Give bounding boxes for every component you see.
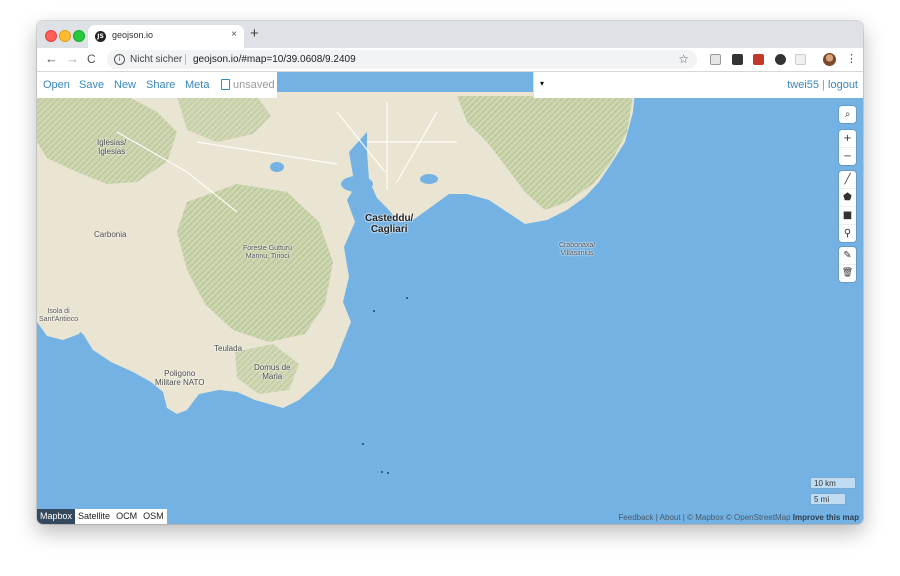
bookmark-star-icon[interactable]: ☆: [678, 52, 689, 66]
sea-marker-dot: [387, 472, 389, 474]
share-button[interactable]: Share: [146, 79, 175, 91]
user-links: twei55 | logout: [787, 79, 858, 91]
address-bar[interactable]: i Nicht sicher geojson.io/#map=10/39.060…: [107, 50, 697, 69]
document-icon: [221, 79, 230, 90]
lagoon-molentargius: [420, 174, 438, 184]
save-status: unsaved: [233, 79, 275, 91]
place-label-carbonia: Carbonia: [94, 230, 127, 239]
place-label-iglesias: Iglesias/Iglesias: [97, 138, 127, 156]
meta-button[interactable]: Meta: [185, 79, 209, 91]
editor-panel-header: ▾ twei55 | logout: [533, 72, 863, 98]
sea-marker-dot: [362, 443, 364, 445]
security-status: Nicht sicher: [130, 54, 183, 65]
attribution-separator: |: [682, 513, 685, 522]
omnibox-divider: [185, 54, 186, 65]
layer-satellite[interactable]: Satellite: [75, 509, 113, 524]
sea-marker-dot: [406, 297, 408, 299]
place-label-teulada: Teulada: [214, 344, 243, 353]
geojson-favicon-icon: JS: [95, 31, 106, 42]
mapbox-attribution-link[interactable]: © Mapbox: [687, 513, 724, 522]
draw-rectangle-icon[interactable]: ■: [839, 206, 856, 224]
username-link[interactable]: twei55: [787, 79, 819, 91]
url-text[interactable]: geojson.io/#map=10/39.0608/9.2409: [193, 54, 356, 65]
browser-titlebar: JS geojson.io × +: [37, 21, 863, 48]
lagoon-santa-gilla: [341, 176, 373, 192]
logout-link[interactable]: logout: [828, 79, 858, 91]
draw-line-icon[interactable]: ╱: [839, 171, 856, 188]
mail-extension-icon[interactable]: [753, 54, 764, 65]
browser-window: JS geojson.io × + ← → C i Nicht sicher g…: [37, 21, 863, 524]
layer-osm[interactable]: OSM: [140, 509, 167, 524]
draw-polygon-icon[interactable]: ⬟: [839, 188, 856, 206]
info-icon[interactable]: i: [114, 54, 125, 65]
edit-control: ✎ 🗑: [839, 247, 856, 282]
layer-mapbox[interactable]: Mapbox: [37, 509, 76, 524]
draw-marker-icon[interactable]: ⚲: [839, 224, 856, 242]
tab-close-icon[interactable]: ×: [231, 29, 237, 40]
delete-layers-icon[interactable]: 🗑: [839, 264, 856, 282]
place-label-domus-de-maria: Domus de Maria: [254, 363, 291, 381]
zoom-out-button[interactable]: −: [839, 147, 856, 165]
place-label-sant-antioco: Isola di Sant'Antioco: [39, 308, 79, 323]
layer-ocm[interactable]: OCM: [113, 509, 140, 524]
pocket-extension-icon[interactable]: [732, 54, 743, 65]
grammar-extension-icon[interactable]: [775, 54, 786, 65]
new-tab-button[interactable]: +: [250, 25, 259, 43]
place-label-poligono: Poligono Militare NATO: [155, 369, 205, 387]
save-button[interactable]: Save: [79, 79, 104, 91]
zoom-in-button[interactable]: +: [839, 130, 856, 147]
file-menu-bar: Open Save New Share Meta unsaved: [37, 72, 277, 98]
feedback-link[interactable]: Feedback: [618, 513, 653, 522]
sea-marker-dot: [373, 310, 375, 312]
reload-button[interactable]: C: [87, 51, 96, 67]
browser-menu-icon[interactable]: ⋮: [846, 52, 857, 65]
reservoir: [270, 162, 284, 172]
user-link-separator: |: [822, 79, 825, 91]
back-button[interactable]: ←: [45, 51, 58, 67]
attribution-separator: |: [655, 513, 658, 522]
browser-toolbar: ← → C i Nicht sicher geojson.io/#map=10/…: [37, 48, 863, 72]
sea-marker-dot: [381, 471, 383, 473]
map-attribution: Feedback | About | © Mapbox © OpenStreet…: [618, 513, 859, 522]
place-label-casteddu: Casteddu/Cagliari: [365, 213, 414, 235]
layer-switcher: Mapbox Satellite OCM OSM: [37, 509, 167, 524]
edit-layers-icon[interactable]: ✎: [839, 247, 856, 264]
mode-dropdown-caret-icon[interactable]: ▾: [540, 79, 544, 88]
minimize-window-button[interactable]: [59, 30, 71, 42]
osm-attribution-link[interactable]: © OpenStreetMap: [726, 513, 791, 522]
browser-tab-active[interactable]: JS geojson.io ×: [88, 25, 244, 48]
search-control: ⌕: [839, 106, 856, 123]
reader-extension-icon[interactable]: [710, 54, 721, 65]
improve-map-link[interactable]: Improve this map: [793, 513, 859, 522]
scale-km: 10 km: [810, 477, 856, 489]
search-icon[interactable]: ⌕: [839, 106, 856, 123]
blank-extension-icon[interactable]: [795, 54, 806, 65]
map-canvas[interactable]: [37, 72, 863, 524]
new-button[interactable]: New: [114, 79, 136, 91]
profile-avatar[interactable]: [823, 53, 836, 66]
scale-mi: 5 mi: [810, 493, 846, 505]
close-window-button[interactable]: [45, 30, 57, 42]
place-label-foreste: Foreste Gutturu Mannu, Tirioci: [243, 245, 293, 260]
tab-title: geojson.io: [112, 30, 154, 40]
zoom-control: + −: [839, 130, 856, 165]
place-label-crabonaxa: Crabonaxa/Villasimius: [559, 242, 596, 257]
open-button[interactable]: Open: [43, 79, 70, 91]
draw-control: ╱ ⬟ ■ ⚲: [839, 171, 856, 242]
maximize-window-button[interactable]: [73, 30, 85, 42]
about-link[interactable]: About: [660, 513, 681, 522]
forward-button[interactable]: →: [66, 51, 79, 67]
geojson-app: Iglesias/Iglesias Carbonia Casteddu/Cagl…: [37, 72, 863, 524]
